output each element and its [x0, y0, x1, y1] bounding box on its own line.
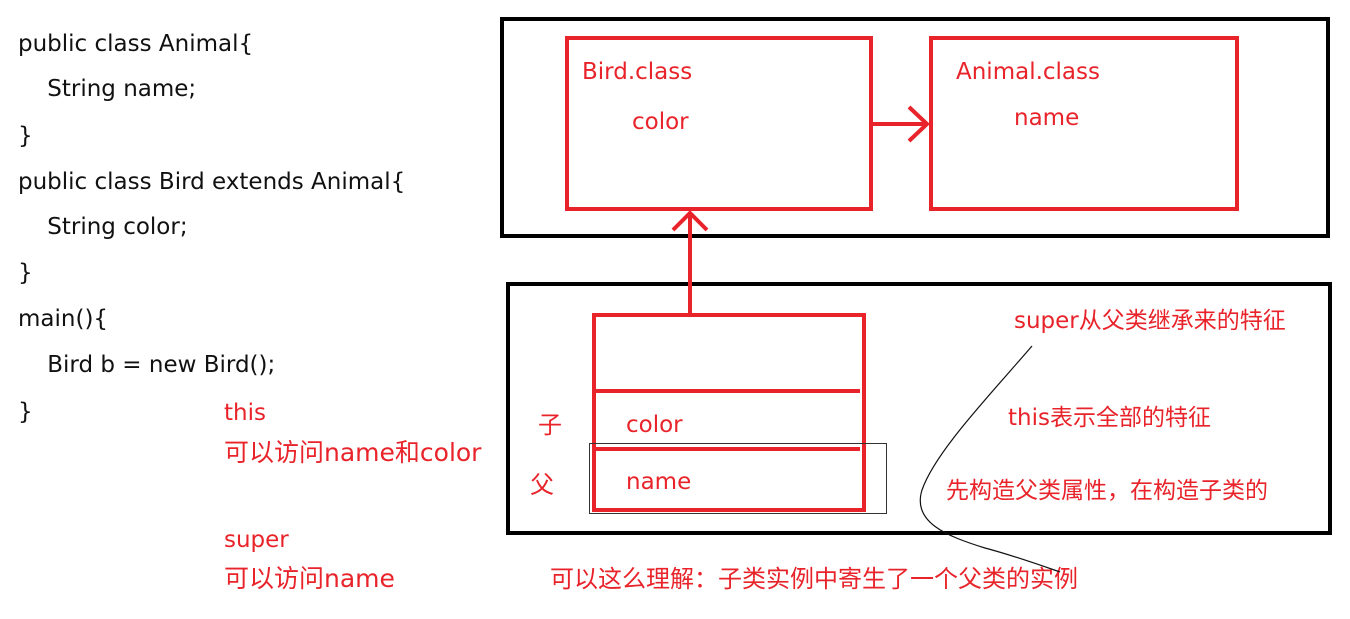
connector-overlay — [596, 105, 1061, 573]
annotation-curve — [919, 345, 1061, 573]
